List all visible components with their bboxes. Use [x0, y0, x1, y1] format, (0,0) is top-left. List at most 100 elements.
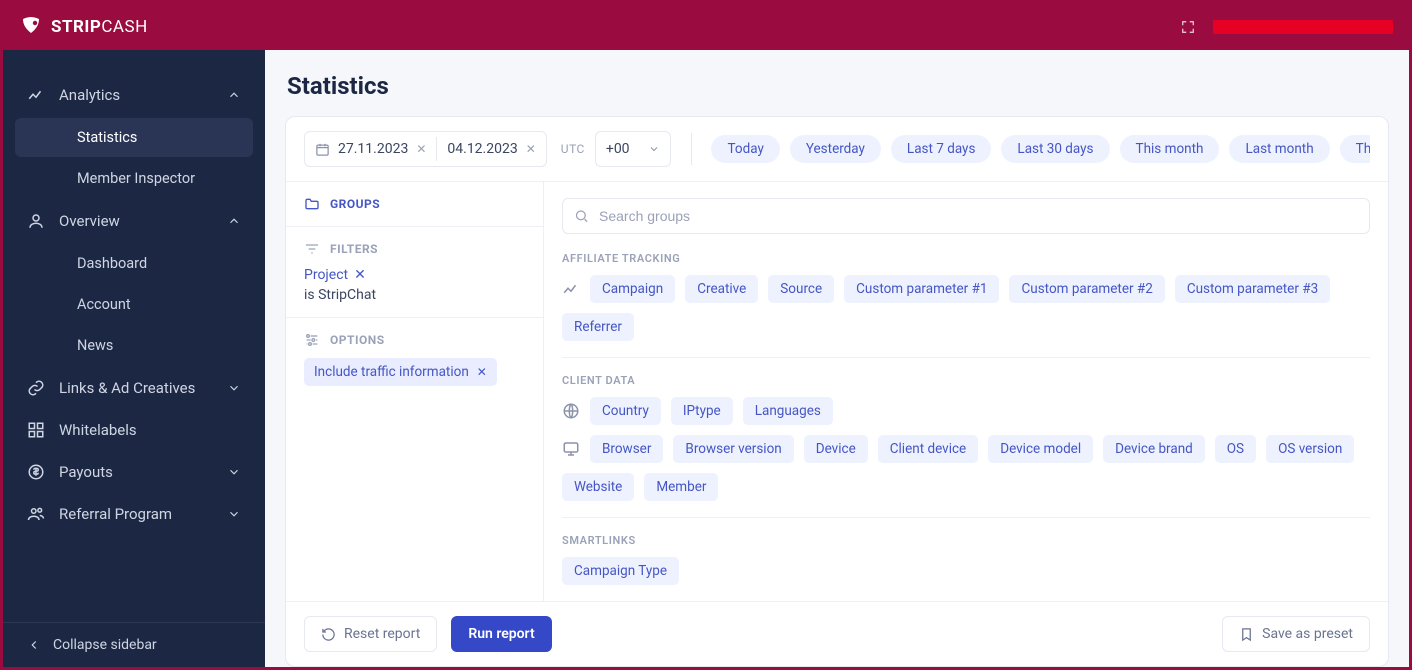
search-icon [574, 209, 589, 224]
sidebar-item-dashboard[interactable]: Dashboard [15, 244, 253, 283]
filter-icon [304, 241, 320, 257]
preset-last-month[interactable]: Last month [1229, 135, 1329, 163]
chip-browser-version[interactable]: Browser version [673, 435, 793, 463]
tz-select[interactable]: +00 [595, 131, 671, 167]
chip-country[interactable]: Country [590, 397, 661, 425]
preset-today[interactable]: Today [711, 135, 779, 163]
logo-text: STRIPCASH [51, 17, 148, 37]
chip-device[interactable]: Device [804, 435, 868, 463]
sidebar-item-links-ad-creatives[interactable]: Links & Ad Creatives [3, 367, 265, 409]
sidebar-item-payouts[interactable]: Payouts [3, 451, 265, 493]
clear-to-icon[interactable]: ✕ [526, 142, 536, 156]
sidebar: Analytics Statistics Member Inspector Ov… [3, 50, 265, 667]
collapse-label: Collapse sidebar [53, 637, 157, 653]
sidebar-item-analytics[interactable]: Analytics [3, 74, 265, 116]
groups-header[interactable]: GROUPS [304, 196, 525, 212]
chevron-left-icon [27, 638, 41, 652]
preset-last-30-days[interactable]: Last 30 days [1001, 135, 1109, 163]
sidebar-item-whitelabels[interactable]: Whitelabels [3, 409, 265, 451]
preset-yesterday[interactable]: Yesterday [790, 135, 881, 163]
sidebar-item-label: Referral Program [59, 505, 172, 523]
chip-os-version[interactable]: OS version [1266, 435, 1354, 463]
group-label-smartlinks: SMARTLINKS [562, 534, 1370, 547]
bookmark-icon [1239, 627, 1254, 642]
logo-icon [19, 15, 43, 39]
right-column: AFFILIATE TRACKING Campaign Creative Sou… [544, 182, 1388, 601]
filter-tag-project[interactable]: Project ✕ [304, 267, 366, 283]
chip-iptype[interactable]: IPtype [671, 397, 733, 425]
chip-device-model[interactable]: Device model [988, 435, 1093, 463]
group-label-client-data: CLIENT DATA [562, 374, 1370, 387]
sidebar-item-label: Payouts [59, 463, 113, 481]
sidebar-item-statistics[interactable]: Statistics [15, 118, 253, 157]
globe-icon [562, 402, 580, 420]
options-icon [304, 332, 320, 348]
chip-referrer[interactable]: Referrer [562, 313, 634, 341]
chip-device-brand[interactable]: Device brand [1103, 435, 1205, 463]
dollar-icon [27, 463, 45, 481]
chevron-down-icon [227, 381, 241, 395]
filters-header[interactable]: FILTERS [304, 241, 525, 257]
topbar: STRIPCASH [3, 3, 1409, 50]
preset-this-year[interactable]: This year [1340, 135, 1370, 163]
search-input[interactable] [562, 198, 1370, 234]
chevron-up-icon [227, 214, 241, 228]
sidebar-item-news[interactable]: News [15, 326, 253, 365]
left-column: GROUPS FILTERS Project ✕ [286, 182, 544, 601]
options-header[interactable]: OPTIONS [304, 332, 525, 348]
panel-toprow: 27.11.2023 ✕ 04.12.2023 ✕ UTC +00 [286, 117, 1388, 182]
account-bar[interactable] [1213, 20, 1393, 34]
chip-custom-1[interactable]: Custom parameter #1 [844, 275, 999, 303]
run-report-button[interactable]: Run report [451, 616, 551, 652]
folder-icon [304, 196, 320, 212]
calendar-icon [315, 142, 330, 157]
collapse-sidebar-button[interactable]: Collapse sidebar [3, 622, 265, 667]
grid-icon [27, 421, 45, 439]
panel-footer: Reset report Run report Save as preset [286, 601, 1388, 666]
report-panel: 27.11.2023 ✕ 04.12.2023 ✕ UTC +00 [285, 116, 1389, 667]
date-range[interactable]: 27.11.2023 ✕ 04.12.2023 ✕ [304, 131, 547, 167]
remove-filter-icon[interactable]: ✕ [354, 267, 366, 283]
chip-client-device[interactable]: Client device [878, 435, 978, 463]
sidebar-item-overview[interactable]: Overview [3, 200, 265, 242]
tz-label: UTC [561, 142, 585, 156]
chip-member[interactable]: Member [644, 473, 718, 501]
chip-languages[interactable]: Languages [743, 397, 833, 425]
page-title: Statistics [265, 50, 1409, 116]
fullscreen-icon[interactable] [1181, 20, 1195, 34]
chip-os[interactable]: OS [1215, 435, 1256, 463]
save-preset-button[interactable]: Save as preset [1222, 616, 1370, 652]
preset-this-month[interactable]: This month [1120, 135, 1220, 163]
chip-custom-2[interactable]: Custom parameter #2 [1009, 275, 1164, 303]
date-from: 27.11.2023 [338, 141, 408, 157]
monitor-icon [562, 440, 580, 458]
sidebar-item-label: Analytics [59, 86, 120, 104]
chip-website[interactable]: Website [562, 473, 634, 501]
sidebar-item-member-inspector[interactable]: Member Inspector [15, 159, 253, 198]
chip-creative[interactable]: Creative [685, 275, 758, 303]
sidebar-item-referral-program[interactable]: Referral Program [3, 493, 265, 535]
option-chip-traffic[interactable]: Include traffic information ✕ [304, 358, 497, 386]
clear-from-icon[interactable]: ✕ [416, 142, 426, 156]
chip-custom-3[interactable]: Custom parameter #3 [1175, 275, 1330, 303]
user-icon [27, 212, 45, 230]
preset-last-7-days[interactable]: Last 7 days [891, 135, 992, 163]
link-icon [27, 379, 45, 397]
chip-source[interactable]: Source [768, 275, 834, 303]
users-icon [27, 505, 45, 523]
chevron-down-icon [648, 143, 660, 155]
sidebar-item-label: Whitelabels [59, 421, 137, 439]
reset-report-button[interactable]: Reset report [304, 616, 437, 652]
logo[interactable]: STRIPCASH [19, 15, 148, 39]
sidebar-item-account[interactable]: Account [15, 285, 253, 324]
chip-campaign-type[interactable]: Campaign Type [562, 557, 679, 585]
group-label-affiliate: AFFILIATE TRACKING [562, 252, 1370, 265]
remove-option-icon[interactable]: ✕ [477, 365, 487, 379]
chevron-up-icon [227, 88, 241, 102]
content: Statistics 27.11.2023 ✕ 04.12.2023 ✕ [265, 50, 1409, 667]
chart-line-icon [562, 280, 580, 298]
sidebar-item-label: Overview [59, 212, 120, 230]
tz-value: +00 [606, 141, 630, 157]
chip-campaign[interactable]: Campaign [590, 275, 675, 303]
chip-browser[interactable]: Browser [590, 435, 663, 463]
